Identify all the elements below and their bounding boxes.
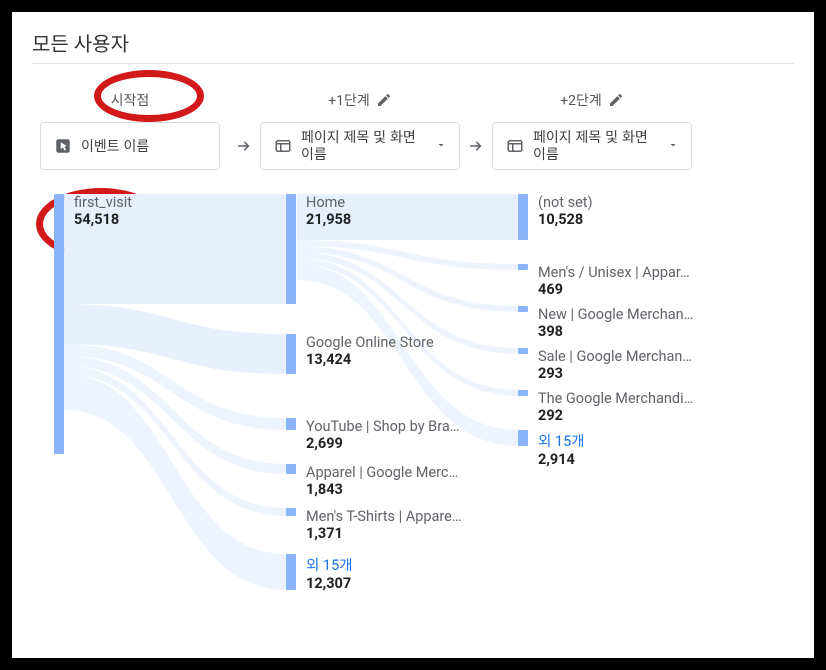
node-value: 10,528 xyxy=(538,211,593,228)
step-label-2: +2단계 xyxy=(560,90,602,110)
pencil-icon[interactable] xyxy=(376,92,392,108)
dimension-label-1: 페이지 제목 및 화면 이름 xyxy=(301,129,427,163)
node-label: Sale | Google Merchan… xyxy=(538,348,692,365)
arrow-1 xyxy=(460,122,492,170)
sankey-node[interactable]: Home21,958 xyxy=(286,194,351,304)
steps-row: 시작점 이벤트 이름 +1단계 xyxy=(32,88,794,170)
sankey-node[interactable]: Sale | Google Merchan…293 xyxy=(518,348,692,382)
step-col-0: 시작점 이벤트 이름 xyxy=(32,88,228,170)
node-bar xyxy=(518,390,528,396)
node-text: 외 15개2,914 xyxy=(538,430,585,468)
node-text: first_visit54,518 xyxy=(74,194,132,454)
node-bar xyxy=(518,264,528,270)
sankey-node[interactable]: Men's T-Shirts | Appare…1,371 xyxy=(286,508,462,542)
node-label: first_visit xyxy=(74,194,132,211)
segment-title: 모든 사용자 xyxy=(32,28,794,64)
node-text: 외 15개12,307 xyxy=(306,554,353,592)
node-label: Apparel | Google Merc… xyxy=(306,464,458,481)
node-bar xyxy=(286,418,296,430)
node-text: New | Google Merchan…398 xyxy=(538,306,693,340)
node-value: 293 xyxy=(538,365,692,382)
node-value: 2,914 xyxy=(538,451,585,468)
node-bar xyxy=(518,348,528,354)
sankey-node[interactable]: Google Online Store13,424 xyxy=(286,334,434,374)
sankey-area: first_visit54,518 Home21,958 Google Onlin… xyxy=(32,194,794,654)
node-bar xyxy=(286,464,296,474)
node-bar xyxy=(54,194,64,454)
node-bar xyxy=(286,334,296,374)
sankey-node[interactable]: YouTube | Shop by Bra…2,699 xyxy=(286,418,459,452)
node-value: 469 xyxy=(538,281,690,298)
node-label: Google Online Store xyxy=(306,334,434,351)
node-value: 21,958 xyxy=(306,211,351,228)
node-value: 2,699 xyxy=(306,435,459,452)
node-value: 398 xyxy=(538,323,693,340)
node-bar xyxy=(286,194,296,304)
node-label: The Google Merchandi… xyxy=(538,390,693,407)
step-label-1: +1단계 xyxy=(328,90,370,110)
cursor-icon xyxy=(53,136,73,156)
node-bar xyxy=(286,508,296,516)
node-value: 1,371 xyxy=(306,525,462,542)
node-value: 292 xyxy=(538,407,693,424)
node-bar xyxy=(518,430,528,446)
node-label: Men's T-Shirts | Appare… xyxy=(306,508,462,525)
step-col-2: +2단계 페이지 제목 및 화면 이름 xyxy=(492,88,692,170)
sankey-node[interactable]: The Google Merchandi…292 xyxy=(518,390,693,424)
node-text: Men's / Unisex | Appar…469 xyxy=(538,264,690,298)
node-text: Apparel | Google Merc…1,843 xyxy=(306,464,458,498)
node-text: (not set)10,528 xyxy=(538,194,593,240)
node-bar xyxy=(518,306,528,312)
caret-down-icon xyxy=(435,139,447,154)
node-value: 54,518 xyxy=(74,211,132,228)
node-text: Men's T-Shirts | Appare…1,371 xyxy=(306,508,462,542)
dimension-button-0[interactable]: 이벤트 이름 xyxy=(40,122,220,170)
node-label: (not set) xyxy=(538,194,593,211)
node-label: Home xyxy=(306,194,351,211)
node-text: Sale | Google Merchan…293 xyxy=(538,348,692,382)
node-more-link[interactable]: 외 15개 xyxy=(538,430,585,451)
sankey-node[interactable]: 외 15개2,914 xyxy=(518,430,585,468)
sankey-node[interactable]: Apparel | Google Merc…1,843 xyxy=(286,464,458,498)
sankey-node[interactable]: New | Google Merchan…398 xyxy=(518,306,693,340)
sankey-node[interactable]: first_visit54,518 xyxy=(54,194,132,454)
node-text: The Google Merchandi…292 xyxy=(538,390,693,424)
dimension-button-1[interactable]: 페이지 제목 및 화면 이름 xyxy=(260,122,460,170)
node-bar xyxy=(518,194,528,240)
node-text: Home21,958 xyxy=(306,194,351,304)
sankey-node[interactable]: (not set)10,528 xyxy=(518,194,593,240)
sankey-node[interactable]: Men's / Unisex | Appar…469 xyxy=(518,264,690,298)
sankey-node[interactable]: 외 15개12,307 xyxy=(286,554,353,592)
node-label: Men's / Unisex | Appar… xyxy=(538,264,690,281)
node-value: 12,307 xyxy=(306,575,353,592)
dimension-label-0: 이벤트 이름 xyxy=(81,138,207,155)
node-text: YouTube | Shop by Bra…2,699 xyxy=(306,418,459,452)
node-bar xyxy=(286,554,296,590)
node-more-link[interactable]: 외 15개 xyxy=(306,554,353,575)
page-icon xyxy=(505,136,525,156)
caret-down-icon xyxy=(667,139,679,154)
node-value: 13,424 xyxy=(306,351,434,368)
arrow-0 xyxy=(228,122,260,170)
pencil-icon[interactable] xyxy=(608,92,624,108)
step-col-1: +1단계 페이지 제목 및 화면 이름 xyxy=(260,88,460,170)
page-icon xyxy=(273,136,293,156)
dimension-label-2: 페이지 제목 및 화면 이름 xyxy=(533,129,659,163)
step-label-0: 시작점 xyxy=(111,90,150,110)
node-value: 1,843 xyxy=(306,481,458,498)
node-text: Google Online Store13,424 xyxy=(306,334,434,374)
exploration-panel: 모든 사용자 시작점 이벤트 이름 +1단계 xyxy=(12,12,814,658)
node-label: YouTube | Shop by Bra… xyxy=(306,418,459,435)
node-label: New | Google Merchan… xyxy=(538,306,693,323)
dimension-button-2[interactable]: 페이지 제목 및 화면 이름 xyxy=(492,122,692,170)
